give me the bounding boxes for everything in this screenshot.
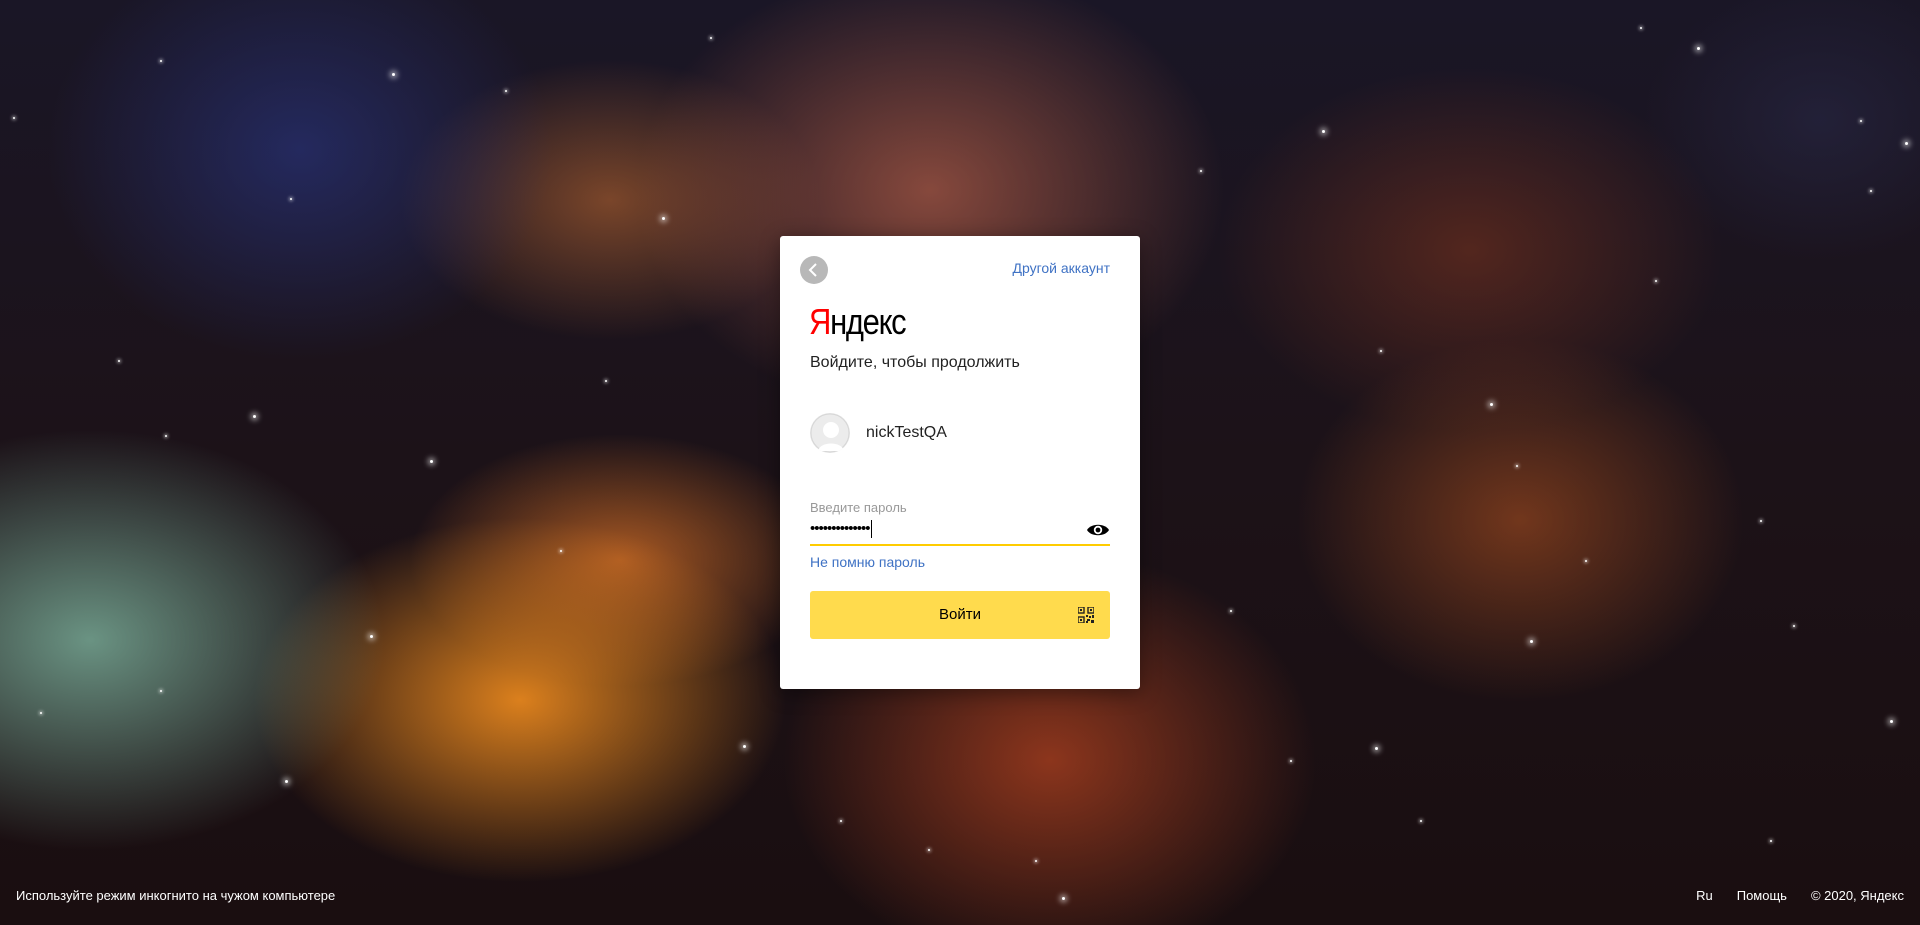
- current-user: nickTestQA: [810, 413, 947, 453]
- login-card: Другой аккаунт Яндекс Войдите, чтобы про…: [780, 236, 1140, 689]
- show-password-button[interactable]: [1086, 520, 1110, 540]
- eye-icon: [1087, 524, 1109, 536]
- yandex-logo: Яндекс: [809, 301, 907, 342]
- login-button-label: Войти: [939, 606, 981, 623]
- other-account-link[interactable]: Другой аккаунт: [1012, 260, 1110, 276]
- username: nickTestQA: [866, 424, 947, 441]
- copyright: © 2020, Яндекс: [1810, 888, 1904, 903]
- chevron-left-icon: [808, 263, 817, 277]
- back-button[interactable]: [800, 256, 828, 284]
- qr-code-icon[interactable]: [1078, 607, 1094, 623]
- login-button[interactable]: Войти: [810, 591, 1110, 639]
- footer-links: Ru Помощь © 2020, Яндекс: [1696, 888, 1904, 903]
- help-link[interactable]: Помощь: [1737, 888, 1787, 903]
- forgot-password-link[interactable]: Не помню пароль: [810, 554, 925, 570]
- password-value[interactable]: ••••••••••••••: [810, 520, 872, 538]
- password-field[interactable]: ••••••••••••••: [810, 516, 1110, 546]
- incognito-hint: Используйте режим инкогнито на чужом ком…: [16, 888, 336, 903]
- text-caret: [870, 520, 872, 538]
- page-subtitle: Войдите, чтобы продолжить: [810, 354, 1020, 371]
- password-label: Введите пароль: [810, 500, 907, 515]
- user-avatar-icon: [810, 413, 850, 453]
- language-switch[interactable]: Ru: [1696, 888, 1713, 903]
